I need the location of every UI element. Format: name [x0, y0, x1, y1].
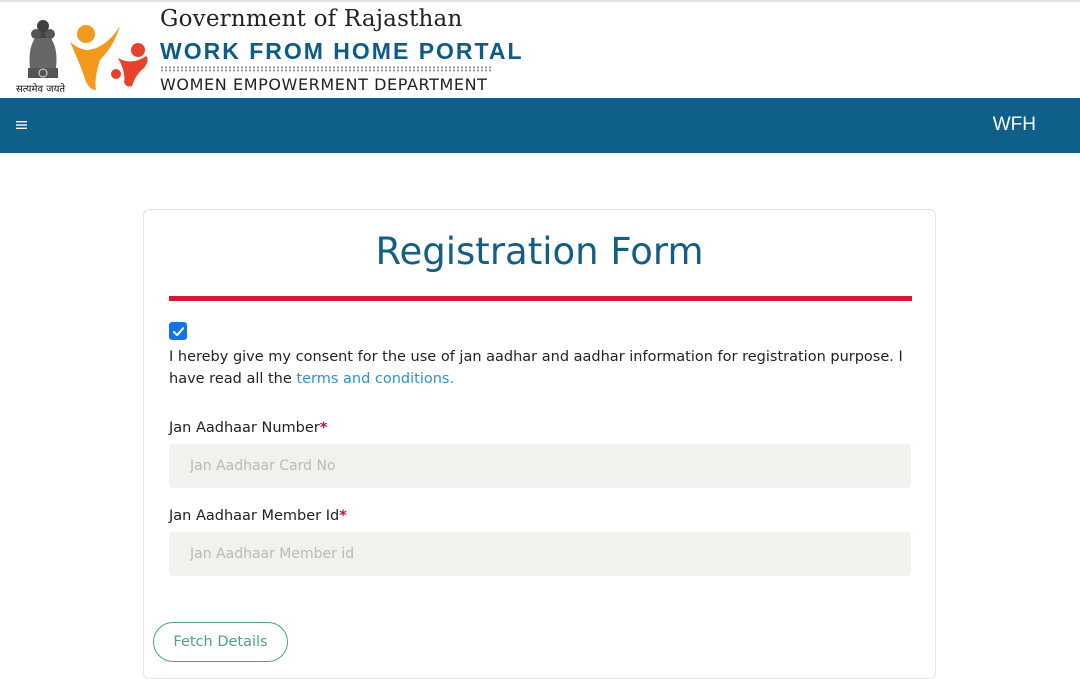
consent-checkbox[interactable]	[169, 322, 187, 340]
jan-aadhaar-number-input[interactable]	[169, 444, 911, 488]
portal-title: WORK FROM HOME PORTAL	[160, 38, 524, 64]
field-label-text: Jan Aadhaar Number	[169, 420, 320, 436]
jan-aadhaar-number-label: Jan Aadhaar Number*	[169, 420, 327, 436]
registration-card: Registration Form I hereby give my conse…	[143, 209, 936, 679]
fetch-details-button[interactable]: Fetch Details	[153, 622, 288, 662]
women-empowerment-logo-icon	[70, 25, 148, 90]
site-header: सत्यमेव जयते Government of Rajasthan WOR…	[0, 4, 1080, 98]
required-marker: *	[339, 508, 347, 524]
emblem-caption: सत्यमेव जयते	[16, 84, 66, 95]
checkmark-icon	[172, 326, 184, 336]
government-title: Government of Rajasthan	[160, 6, 463, 32]
jan-aadhaar-member-id-input[interactable]	[169, 532, 911, 576]
top-navbar: WFH	[0, 98, 1080, 153]
page-title: Registration Form	[375, 230, 704, 273]
field-label-text: Jan Aadhaar Member Id	[169, 508, 340, 524]
department-title: WOMEN EMPOWERMENT DEPARTMENT	[160, 75, 488, 94]
jan-aadhaar-member-id-label: Jan Aadhaar Member Id*	[169, 508, 347, 524]
dotted-divider	[160, 66, 491, 72]
hamburger-icon[interactable]	[16, 115, 36, 135]
required-marker: *	[319, 420, 328, 436]
title-divider	[169, 296, 912, 301]
nav-brand[interactable]: WFH	[993, 114, 1036, 136]
terms-link[interactable]: terms and conditions.	[296, 371, 454, 387]
consent-text: I hereby give my consent for the use of …	[169, 346, 909, 390]
consent-statement: I hereby give my consent for the use of …	[169, 349, 903, 387]
